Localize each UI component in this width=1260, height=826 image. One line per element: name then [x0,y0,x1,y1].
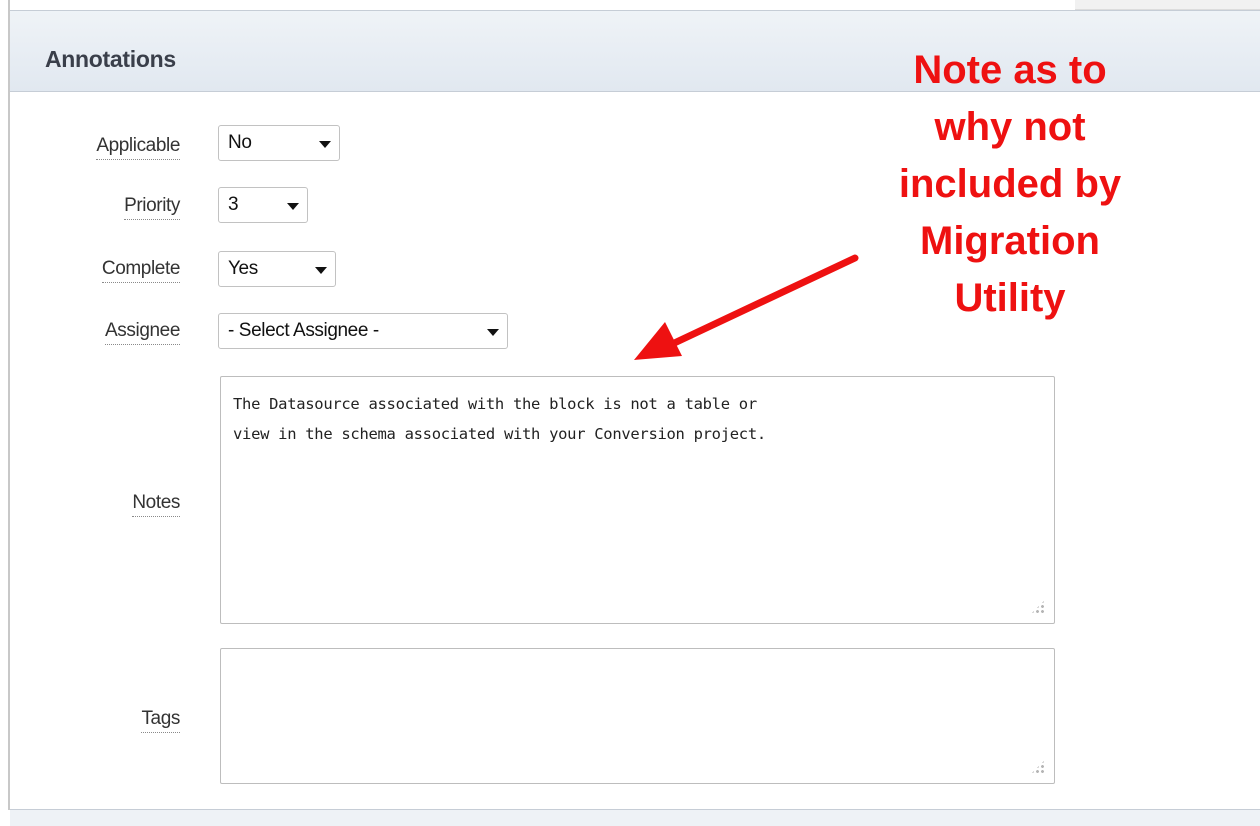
complete-select[interactable]: Yes [218,251,336,287]
region-title: Annotations [45,46,176,72]
caret-down-icon [315,267,327,274]
caret-down-icon [287,203,299,210]
resize-grip-icon[interactable] [1030,599,1046,615]
applicable-label: Applicable [96,135,180,160]
assignee-label: Assignee [105,320,180,345]
tags-label: Tags [141,708,180,733]
top-strip [0,0,1260,10]
footer-band [10,810,1260,826]
notes-text: The Datasource associated with the block… [233,395,766,443]
applicable-select[interactable]: No [218,125,340,161]
priority-select-value: 3 [228,194,239,215]
tags-textarea[interactable] [220,648,1055,784]
assignee-select-value: - Select Assignee - [228,320,379,341]
applicable-select-value: No [228,132,252,153]
top-tab [1075,0,1260,10]
caret-down-icon [319,141,331,148]
notes-textarea[interactable]: The Datasource associated with the block… [220,376,1055,624]
annotations-page: Annotations Applicable No Priority 3 Com… [0,0,1260,826]
assignee-select[interactable]: - Select Assignee - [218,313,508,349]
resize-grip-icon[interactable] [1030,759,1046,775]
caret-down-icon [487,329,499,336]
complete-select-value: Yes [228,258,258,279]
complete-label: Complete [101,258,180,283]
priority-select[interactable]: 3 [218,187,308,223]
priority-label: Priority [124,195,180,220]
notes-label: Notes [132,492,180,517]
callout-text: Note as to why not included by Migration… [898,48,1122,320]
